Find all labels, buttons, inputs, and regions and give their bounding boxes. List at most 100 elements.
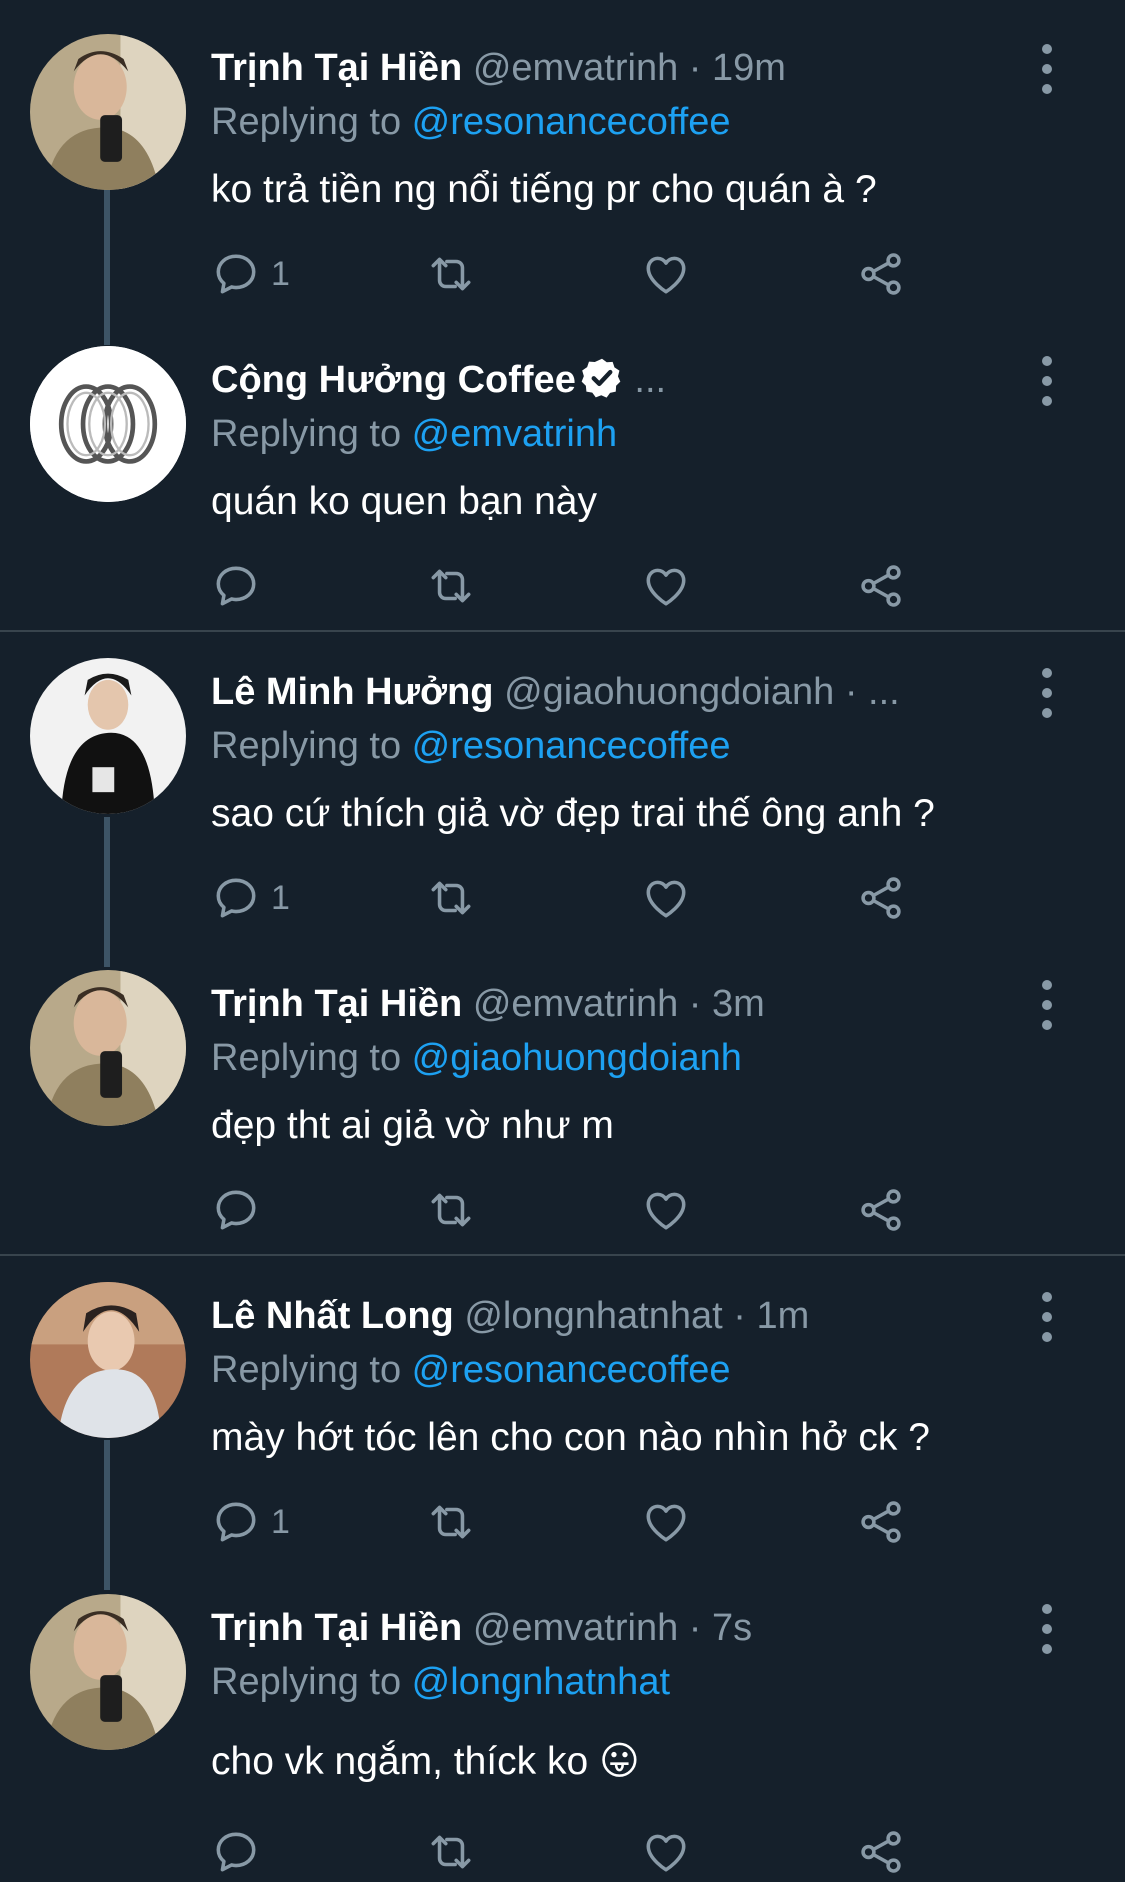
retweet-icon [426,873,476,923]
display-name[interactable]: Lê Nhất Long [211,1295,454,1337]
like-button[interactable] [641,1180,691,1240]
reply-button[interactable] [211,556,261,616]
display-name[interactable]: Trịnh Tại Hiền [211,47,462,89]
timestamp[interactable]: 7s [712,1607,752,1649]
action-bar: 1 [211,1492,931,1552]
timestamp[interactable]: 1m [756,1295,809,1337]
share-button[interactable] [856,556,906,616]
tweet-header: Lê Minh Hưởng @giaohuongdoianh · ... [211,666,1035,718]
more-icon[interactable] [1029,1292,1065,1342]
user-handle[interactable]: @emvatrinh [473,983,678,1025]
more-icon[interactable] [1029,1604,1065,1654]
retweet-button[interactable] [426,556,476,616]
reply-button[interactable] [211,1822,261,1882]
share-icon [856,1827,906,1877]
like-button[interactable] [641,1822,691,1882]
tweet-header: Cộng Hưởng Coffee ... [211,354,1035,406]
like-icon [641,1827,691,1877]
mention-link[interactable]: @resonancecoffee [412,1349,731,1391]
avatar[interactable] [30,970,186,1126]
avatar[interactable] [30,1594,186,1750]
like-button[interactable] [641,868,691,928]
mention-link[interactable]: @resonancecoffee [412,725,731,767]
replying-to: Replying to @resonancecoffee [211,720,731,772]
user-handle[interactable]: @longnhatnhat [464,1295,722,1337]
replying-to: Replying to @resonancecoffee [211,1344,731,1396]
separator: · [678,47,713,89]
retweet-button[interactable] [426,244,476,304]
replying-prefix: Replying to [211,725,412,767]
share-button[interactable] [856,1492,906,1552]
reply-icon [211,249,261,299]
replying-to: Replying to @emvatrinh [211,408,617,460]
mention-link[interactable]: @resonancecoffee [412,101,731,143]
separator: · [678,1607,713,1649]
user-handle[interactable]: @emvatrinh [473,47,678,89]
share-button[interactable] [856,868,906,928]
separator: · [678,983,713,1025]
share-icon [856,1185,906,1235]
reply-icon [211,561,261,611]
user-handle[interactable]: @emvatrinh [473,1607,678,1649]
retweet-icon [426,1185,476,1235]
like-icon [641,561,691,611]
reply-button[interactable]: 1 [211,868,290,928]
reply-button[interactable]: 1 [211,244,290,304]
like-button[interactable] [641,1492,691,1552]
share-button[interactable] [856,244,906,304]
retweet-button[interactable] [426,1492,476,1552]
tweet-header: Lê Nhất Long @longnhatnhat · 1m [211,1290,1035,1342]
tweet-text: đẹp tht ai giả vờ như m [211,1104,614,1147]
display-name[interactable]: Cộng Hưởng Coffee [211,359,576,401]
retweet-icon [426,1827,476,1877]
tweet-header: Trịnh Tại Hiền @emvatrinh · 19m [211,42,1035,94]
avatar[interactable] [30,34,186,190]
retweet-button[interactable] [426,868,476,928]
avatar[interactable] [30,346,186,502]
replying-prefix: Replying to [211,1037,412,1079]
like-button[interactable] [641,556,691,616]
tweet-header: Trịnh Tại Hiền @emvatrinh · 3m [211,978,1035,1030]
replying-prefix: Replying to [211,1349,412,1391]
timestamp[interactable]: 3m [712,983,765,1025]
display-name[interactable]: Lê Minh Hưởng [211,671,494,713]
like-button[interactable] [641,244,691,304]
like-icon [641,1497,691,1547]
tweet-text: mày hớt tóc lên cho con nào nhìn hở ck ? [211,1416,930,1459]
more-icon[interactable] [1029,980,1065,1030]
separator: ... [623,359,667,401]
share-button[interactable] [856,1822,906,1882]
user-handle[interactable]: @giaohuongdoianh [504,671,834,713]
replying-prefix: Replying to [211,413,412,455]
retweet-icon [426,1497,476,1547]
avatar[interactable] [30,658,186,814]
mention-link[interactable]: @giaohuongdoianh [412,1037,742,1079]
display-name[interactable]: Trịnh Tại Hiền [211,1607,462,1649]
verified-badge-icon [581,358,621,398]
timestamp[interactable]: 19m [712,47,786,89]
reply-button[interactable] [211,1180,261,1240]
share-button[interactable] [856,1180,906,1240]
action-bar [211,556,931,616]
action-bar: 1 [211,868,931,928]
like-icon [641,873,691,923]
mention-link[interactable]: @emvatrinh [412,413,617,455]
replying-to: Replying to @giaohuongdoianh [211,1032,742,1084]
retweet-button[interactable] [426,1180,476,1240]
avatar[interactable] [30,1282,186,1438]
mention-link[interactable]: @longnhatnhat [412,1661,670,1703]
display-name[interactable]: Trịnh Tại Hiền [211,983,462,1025]
divider [0,1254,1125,1256]
more-icon[interactable] [1029,668,1065,718]
reply-button[interactable]: 1 [211,1492,290,1552]
tweet-header: Trịnh Tại Hiền @emvatrinh · 7s [211,1602,1035,1654]
replying-prefix: Replying to [211,101,412,143]
retweet-button[interactable] [426,1822,476,1882]
reply-icon [211,873,261,923]
share-icon [856,249,906,299]
more-icon[interactable] [1029,356,1065,406]
retweet-icon [426,561,476,611]
like-icon [641,249,691,299]
reply-count: 1 [271,878,290,917]
more-icon[interactable] [1029,44,1065,94]
